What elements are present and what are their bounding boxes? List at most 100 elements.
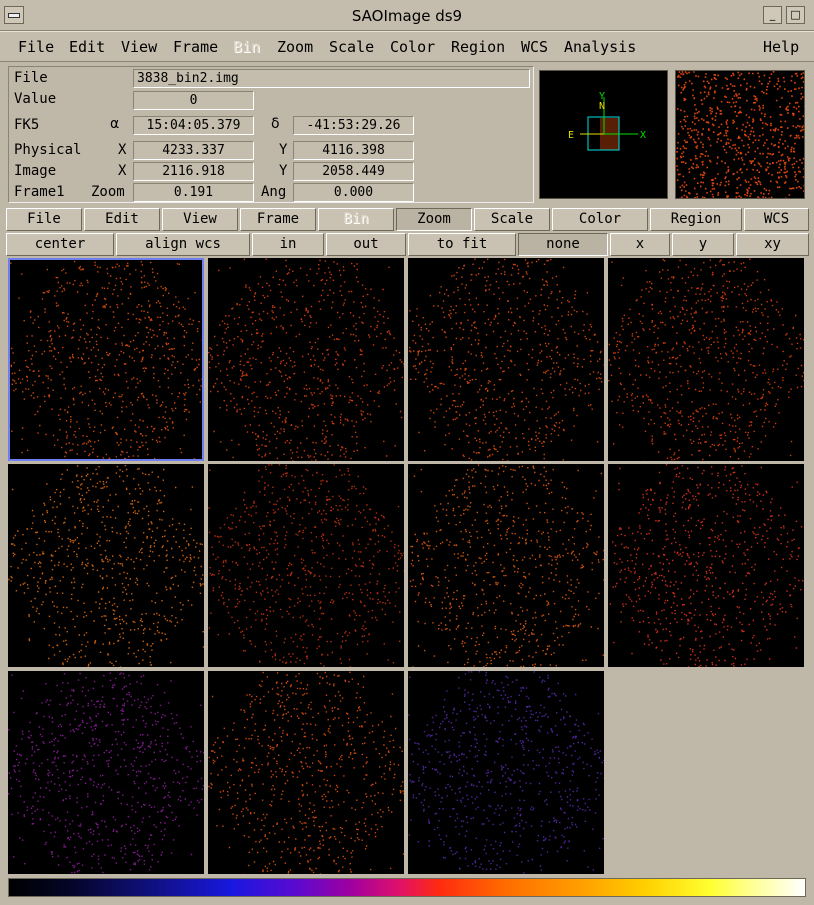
frame-image-2 xyxy=(208,258,404,461)
angle-field: 0.000 xyxy=(293,183,414,202)
frame-tile-6[interactable] xyxy=(208,464,404,667)
panner-e-label: E xyxy=(568,130,574,141)
maximize-button[interactable]: □ xyxy=(786,6,805,24)
btn-color[interactable]: Color xyxy=(552,208,648,231)
menu-edit[interactable]: Edit xyxy=(69,38,105,56)
menu-bin: Bin xyxy=(233,38,261,56)
frame-tile-8[interactable] xyxy=(608,464,804,667)
physical-x-label: X xyxy=(118,142,127,158)
events-3 xyxy=(408,258,604,461)
image-x-label: X xyxy=(118,163,127,179)
menu-wcs[interactable]: WCS xyxy=(521,38,548,56)
events-8 xyxy=(609,464,804,667)
menu-frame[interactable]: Frame xyxy=(173,38,218,56)
btn-zoom-align-wcs[interactable]: align wcs xyxy=(116,233,250,256)
frame-tile-2[interactable] xyxy=(208,258,404,461)
maximize-icon: □ xyxy=(790,8,801,21)
menu-file[interactable]: File xyxy=(18,38,54,56)
events-9 xyxy=(8,672,204,874)
value-label: Value xyxy=(14,91,57,107)
frame-image-1 xyxy=(10,260,202,459)
btn-zoom-center[interactable]: center xyxy=(6,233,114,256)
value-field: 0 xyxy=(133,91,254,110)
menu-zoom[interactable]: Zoom xyxy=(277,38,313,56)
events-2 xyxy=(208,258,404,461)
physical-y-field: 4116.398 xyxy=(293,141,414,160)
events-4 xyxy=(608,258,804,461)
btn-bin: Bin xyxy=(318,208,394,231)
menu-view[interactable]: View xyxy=(121,38,157,56)
image-y-label: Y xyxy=(279,163,288,179)
frame-tile-9[interactable] xyxy=(8,671,204,874)
panner-canvas: N E X Y xyxy=(568,91,646,151)
frame-image-10 xyxy=(208,671,404,874)
magnifier xyxy=(675,70,805,199)
menu-scale[interactable]: Scale xyxy=(329,38,374,56)
file-label: File xyxy=(14,70,48,86)
frame-tile-10[interactable] xyxy=(208,671,404,874)
frame-image-9 xyxy=(8,672,204,874)
frame-tile-5[interactable] xyxy=(8,464,204,667)
frame-image-7 xyxy=(409,464,604,667)
btn-frame[interactable]: Frame xyxy=(240,208,316,231)
minimize-button[interactable]: _ xyxy=(763,6,782,24)
events-1 xyxy=(10,260,202,459)
menu-help[interactable]: Help xyxy=(763,38,799,56)
colorbar[interactable] xyxy=(8,878,806,897)
events-6 xyxy=(208,464,404,667)
image-label: Image xyxy=(14,163,57,179)
btn-zoom[interactable]: Zoom xyxy=(396,208,472,231)
btn-zoom-none[interactable]: none xyxy=(518,233,608,256)
btn-zoom-in[interactable]: in xyxy=(252,233,324,256)
btn-wcs[interactable]: WCS xyxy=(744,208,809,231)
window-title: SAOImage ds9 xyxy=(351,7,463,25)
button-bar: File Edit View Frame Bin Zoom Scale Colo… xyxy=(6,208,809,232)
frame-image-5 xyxy=(8,464,204,667)
btn-zoom-xy[interactable]: xy xyxy=(736,233,809,256)
angle-label: Ang xyxy=(261,184,287,200)
menu-region[interactable]: Region xyxy=(451,38,505,56)
delta-field: -41:53:29.26 xyxy=(293,116,414,135)
btn-zoom-x[interactable]: x xyxy=(610,233,670,256)
alpha-label: α xyxy=(110,116,120,132)
fk5-label: FK5 xyxy=(14,117,40,133)
frame-image-8 xyxy=(609,464,804,667)
frame-image-6 xyxy=(208,464,404,667)
window-menu-icon xyxy=(8,13,20,18)
frame-image-11 xyxy=(408,671,604,874)
btn-view[interactable]: View xyxy=(162,208,238,231)
events-7 xyxy=(409,464,604,667)
frame-tile-1[interactable] xyxy=(8,258,204,461)
magnifier-events xyxy=(676,71,804,198)
btn-region[interactable]: Region xyxy=(650,208,742,231)
panner[interactable]: N E X Y xyxy=(539,70,668,199)
panner-x-label: X xyxy=(640,130,646,141)
menu-analysis[interactable]: Analysis xyxy=(564,38,636,56)
magnifier-canvas xyxy=(676,71,804,198)
zoom-field: 0.191 xyxy=(133,183,254,202)
frame-tile-4[interactable] xyxy=(608,258,804,461)
panner-n-label: N xyxy=(599,101,605,112)
events-5 xyxy=(8,464,204,667)
window-menu-button[interactable] xyxy=(4,6,24,24)
frame-image-4 xyxy=(608,258,804,461)
zoom-button-bar: center align wcs in out to fit none x y … xyxy=(6,233,809,257)
physical-x-field: 4233.337 xyxy=(133,141,254,160)
frame-tile-7[interactable] xyxy=(408,464,604,667)
btn-edit[interactable]: Edit xyxy=(84,208,160,231)
delta-label: δ xyxy=(271,116,280,132)
menu-bar: File Edit View Frame Bin Zoom Scale Colo… xyxy=(0,31,814,62)
btn-zoom-out[interactable]: out xyxy=(326,233,406,256)
zoom-label: Zoom xyxy=(91,184,125,200)
btn-file[interactable]: File xyxy=(6,208,82,231)
menu-color[interactable]: Color xyxy=(390,38,435,56)
frame-label: Frame1 xyxy=(14,184,65,200)
events-10 xyxy=(208,671,404,874)
btn-scale[interactable]: Scale xyxy=(474,208,550,231)
btn-zoom-to-fit[interactable]: to fit xyxy=(408,233,516,256)
btn-zoom-y[interactable]: y xyxy=(672,233,734,256)
physical-label: Physical xyxy=(14,142,82,158)
frame-tile-11[interactable] xyxy=(408,671,604,874)
physical-y-label: Y xyxy=(279,142,288,158)
frame-tile-3[interactable] xyxy=(408,258,604,461)
